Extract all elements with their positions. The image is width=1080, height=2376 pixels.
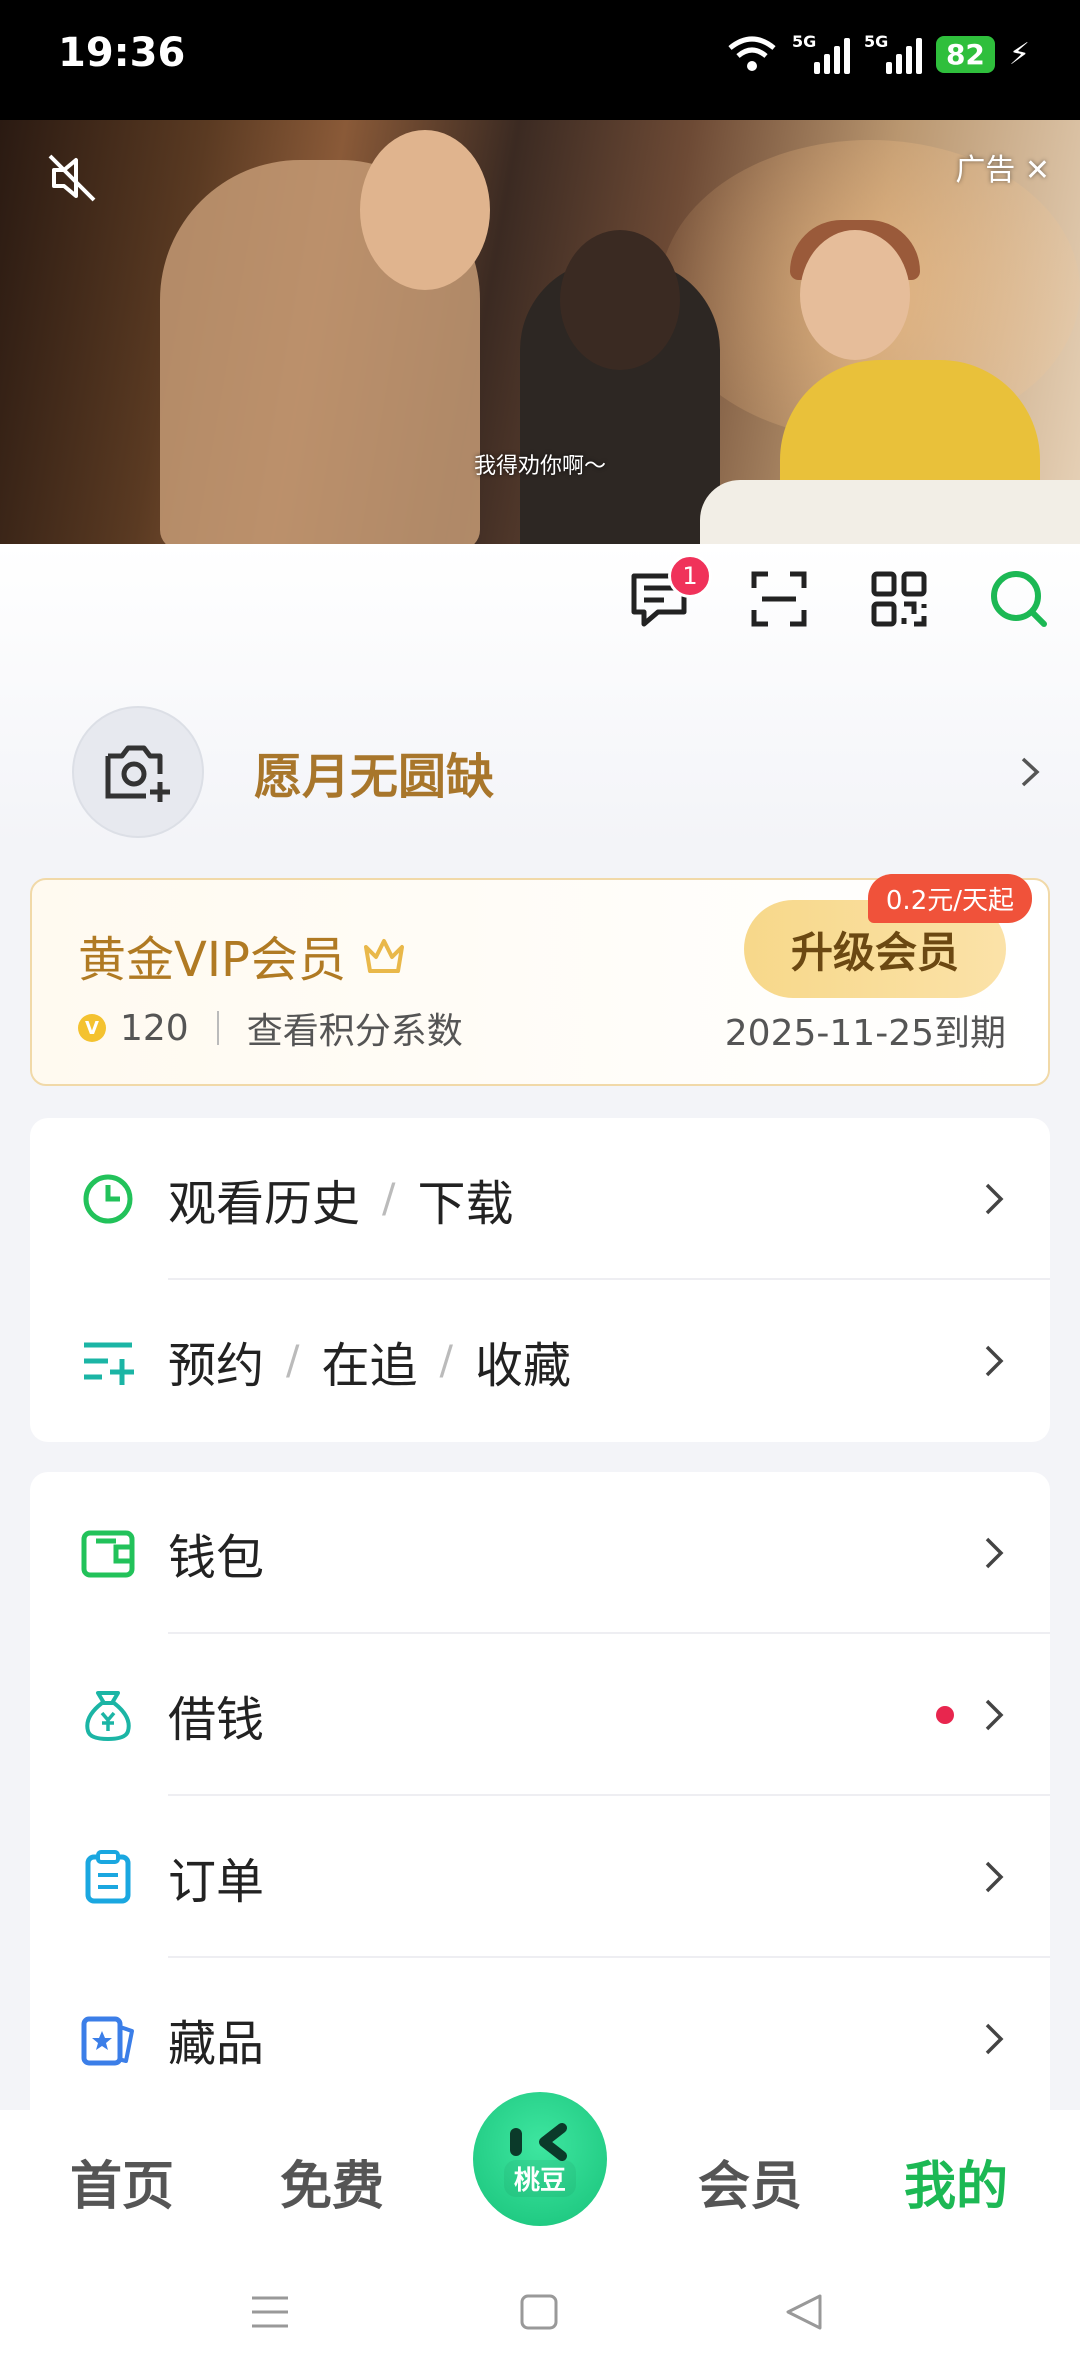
ad-banner[interactable] — [0, 120, 1080, 544]
wallet-row[interactable]: 钱包 — [30, 1472, 1050, 1634]
chevron-right-icon — [1021, 757, 1040, 787]
chevron-right-icon — [985, 1183, 1004, 1215]
vip-expiry: 2025-11-25到期 — [724, 1013, 1006, 1054]
qrcode-icon[interactable] — [868, 568, 930, 630]
follow-row[interactable]: 预约 / 在追 / 收藏 — [30, 1280, 1050, 1442]
clipboard-icon — [85, 1850, 131, 1904]
taodou-face-icon — [510, 2122, 567, 2161]
charging-icon: ⚡ — [1008, 36, 1030, 72]
money-bag-icon — [85, 1691, 131, 1741]
mute-icon[interactable] — [44, 150, 100, 206]
user-nickname: 愿月无圆缺 — [254, 749, 495, 805]
chevron-right-icon — [985, 1699, 1004, 1731]
battery-indicator: 82 — [935, 35, 995, 73]
nav-home[interactable]: 首页 — [70, 2144, 174, 2219]
collectibles-label: 藏品 — [168, 2016, 265, 2072]
search-icon[interactable] — [988, 568, 1050, 630]
history-label: 观看历史 / 下载 — [168, 1176, 514, 1232]
camera-add-icon — [105, 745, 170, 802]
message-button[interactable]: 1 — [628, 554, 712, 630]
history-row[interactable]: 观看历史 / 下载 — [30, 1118, 1050, 1280]
points-value: 120 — [120, 1007, 189, 1049]
points-link[interactable]: 查看积分系数 — [247, 1002, 463, 1054]
profile-row[interactable]: 愿月无圆缺 — [72, 706, 1040, 838]
notification-badge: 1 — [668, 554, 712, 598]
vip-points[interactable]: V 120 查看积分系数 — [78, 1002, 463, 1054]
orders-label: 订单 — [168, 1854, 265, 1910]
avatar[interactable] — [72, 706, 204, 838]
red-dot-badge — [936, 1706, 954, 1724]
borrow-label: 借钱 — [168, 1692, 265, 1748]
history-card: 观看历史 / 下载 预约 / 在追 / 收藏 — [30, 1118, 1050, 1442]
system-nav-bar — [252, 2294, 822, 2330]
ad-close-button[interactable]: 广告 ✕ — [955, 145, 1050, 189]
nav-taodou-button[interactable]: 桃豆 — [473, 2092, 607, 2226]
signal-icon-2: 5G — [864, 32, 922, 74]
coin-icon: V — [78, 1014, 106, 1042]
status-icons: 5G 5G 82 ⚡ — [726, 32, 1030, 74]
collectible-card-icon — [81, 2016, 134, 2066]
clock-icon — [83, 1174, 133, 1224]
wallet-icon — [81, 1530, 135, 1578]
menu-icon[interactable] — [252, 2296, 288, 2328]
signal-icon-1: 5G — [792, 32, 850, 74]
chevron-right-icon — [985, 2023, 1004, 2055]
services-card: 钱包 借钱 订单 藏品 — [30, 1472, 1050, 2132]
list-add-icon — [84, 1342, 134, 1385]
wallet-label: 钱包 — [168, 1530, 265, 1586]
taodou-label: 桃豆 — [503, 2159, 576, 2197]
vip-title: 黄金VIP会员 — [78, 920, 406, 990]
chevron-right-icon — [985, 1345, 1004, 1377]
price-tag: 0.2元/天起 — [867, 874, 1032, 923]
chevron-right-icon — [985, 1861, 1004, 1893]
chevron-right-icon — [985, 1537, 1004, 1569]
crown-icon — [363, 939, 404, 973]
status-bar: 19:36 5G 5G 82 ⚡ — [0, 0, 1080, 120]
ad-subtitle: 我得劝你啊～ — [473, 454, 606, 479]
home-icon[interactable] — [520, 2294, 558, 2330]
borrow-row[interactable]: 借钱 — [30, 1634, 1050, 1796]
top-toolbar: 1 — [628, 554, 1050, 630]
orders-row[interactable]: 订单 — [30, 1796, 1050, 1958]
wifi-icon — [728, 36, 776, 71]
nav-free[interactable]: 免费 — [280, 2144, 384, 2219]
status-time: 19:36 — [58, 30, 186, 76]
back-icon[interactable] — [786, 2294, 822, 2330]
nav-vip[interactable]: 会员 — [698, 2144, 802, 2219]
nav-mine[interactable]: 我的 — [904, 2144, 1008, 2219]
follow-label: 预约 / 在追 / 收藏 — [168, 1338, 572, 1394]
vip-card[interactable]: 黄金VIP会员 V 120 查看积分系数 升级会员 0.2元/天起 2025-1… — [30, 874, 1050, 1086]
scan-icon[interactable] — [748, 568, 810, 630]
